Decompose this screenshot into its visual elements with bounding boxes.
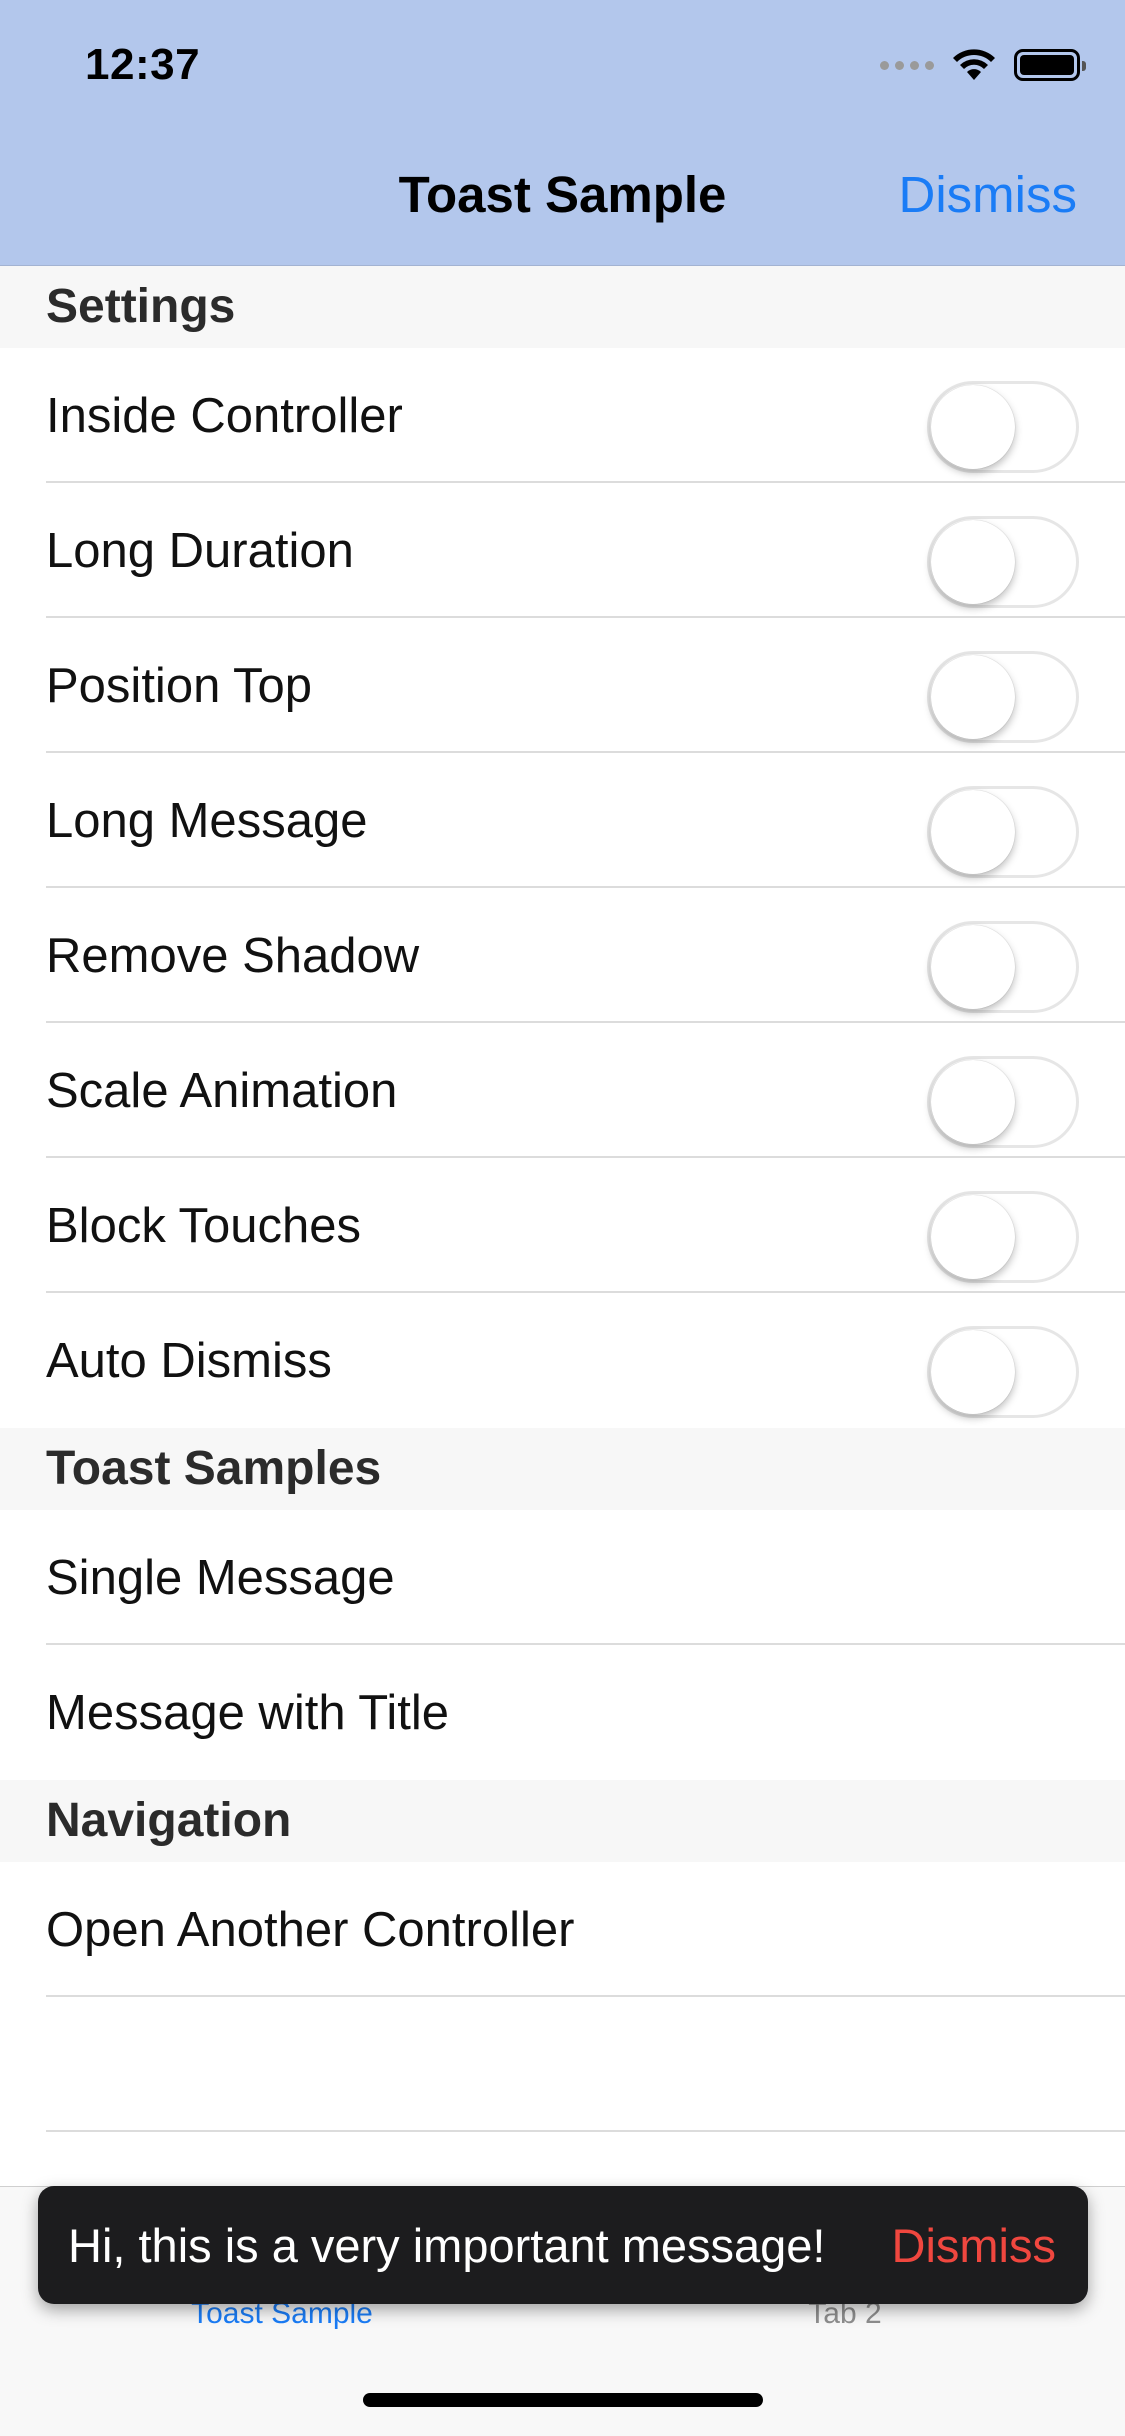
- row-label: Inside Controller: [46, 388, 403, 443]
- toggle-knob: [931, 1330, 1015, 1414]
- toast-dismiss-button[interactable]: Dismiss: [892, 2218, 1056, 2273]
- row-label: Single Message: [46, 1550, 395, 1605]
- toggle-knob: [931, 1060, 1015, 1144]
- section-header-settings: Settings: [0, 266, 1125, 348]
- row-inside-controller[interactable]: Inside Controller: [0, 348, 1125, 483]
- row-label: Long Duration: [46, 523, 354, 578]
- block-touches-toggle[interactable]: [927, 1191, 1079, 1283]
- nav-dismiss-button[interactable]: Dismiss: [899, 165, 1077, 224]
- toggle-knob: [931, 655, 1015, 739]
- row-label: Auto Dismiss: [46, 1333, 332, 1388]
- row-long-duration[interactable]: Long Duration: [0, 483, 1125, 618]
- row-label: Block Touches: [46, 1198, 362, 1253]
- section-header-navigation: Navigation: [0, 1780, 1125, 1862]
- row-position-top[interactable]: Position Top: [0, 618, 1125, 753]
- inside-controller-toggle[interactable]: [927, 381, 1079, 473]
- home-indicator: [363, 2393, 763, 2407]
- battery-icon: [1014, 49, 1086, 81]
- row-scale-animation[interactable]: Scale Animation: [0, 1023, 1125, 1158]
- wifi-icon: [953, 49, 995, 80]
- toggle-knob: [931, 520, 1015, 604]
- toast: Hi, this is a very important message! Di…: [38, 2186, 1088, 2304]
- position-top-toggle[interactable]: [927, 651, 1079, 743]
- row-message-with-title[interactable]: Message with Title: [0, 1645, 1125, 1780]
- toast-message: Hi, this is a very important message!: [68, 2218, 826, 2272]
- empty-row: [0, 1997, 1125, 2132]
- signal-icon: [880, 60, 934, 70]
- row-remove-shadow[interactable]: Remove Shadow: [0, 888, 1125, 1023]
- row-label: Position Top: [46, 658, 313, 713]
- row-label: Long Message: [46, 793, 368, 848]
- row-label: Scale Animation: [46, 1063, 398, 1118]
- separator: [46, 2130, 1125, 2132]
- navigation-bar: 12:37 Toast Sample Dismiss: [0, 0, 1125, 266]
- toggle-knob: [931, 1195, 1015, 1279]
- long-duration-toggle[interactable]: [927, 516, 1079, 608]
- row-auto-dismiss[interactable]: Auto Dismiss: [0, 1293, 1125, 1428]
- row-label: Open Another Controller: [46, 1902, 575, 1957]
- auto-dismiss-toggle[interactable]: [927, 1326, 1079, 1418]
- toggle-knob: [931, 925, 1015, 1009]
- toggle-knob: [931, 385, 1015, 469]
- row-block-touches[interactable]: Block Touches: [0, 1158, 1125, 1293]
- row-label: Message with Title: [46, 1685, 450, 1740]
- row-long-message[interactable]: Long Message: [0, 753, 1125, 888]
- scale-animation-toggle[interactable]: [927, 1056, 1079, 1148]
- row-single-message[interactable]: Single Message: [0, 1510, 1125, 1645]
- toggle-knob: [931, 790, 1015, 874]
- section-header-toast-samples: Toast Samples: [0, 1428, 1125, 1510]
- settings-table: Settings Inside Controller Long Duration…: [0, 266, 1125, 2132]
- screen: 12:37 Toast Sample Dismiss Settings Insi…: [0, 0, 1125, 2436]
- remove-shadow-toggle[interactable]: [927, 921, 1079, 1013]
- row-open-another-controller[interactable]: Open Another Controller: [0, 1862, 1125, 1997]
- long-message-toggle[interactable]: [927, 786, 1079, 878]
- row-label: Remove Shadow: [46, 928, 420, 983]
- status-icons: [880, 48, 1086, 82]
- status-time: 12:37: [85, 40, 201, 89]
